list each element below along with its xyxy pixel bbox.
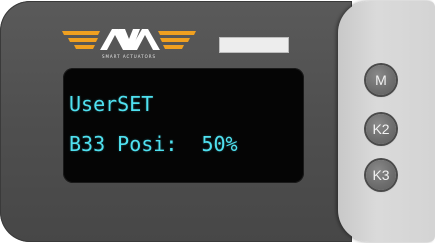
k3-button[interactable]: K3	[366, 160, 396, 190]
k2-button[interactable]: K2	[366, 114, 396, 144]
display-screen: UserSET B33 Posi: 50%	[63, 68, 304, 183]
actuator-controller: SMART ACTUATORS UserSET B33 Posi: 50% M …	[0, 0, 435, 243]
logo-tagline: SMART ACTUATORS	[101, 54, 157, 59]
label-window	[219, 37, 289, 53]
screen-position-readout: B33 Posi: 50%	[69, 132, 238, 156]
ava-logo: SMART ACTUATORS	[60, 27, 198, 61]
m-button[interactable]: M	[366, 65, 396, 95]
screen-title: UserSET	[69, 92, 154, 116]
